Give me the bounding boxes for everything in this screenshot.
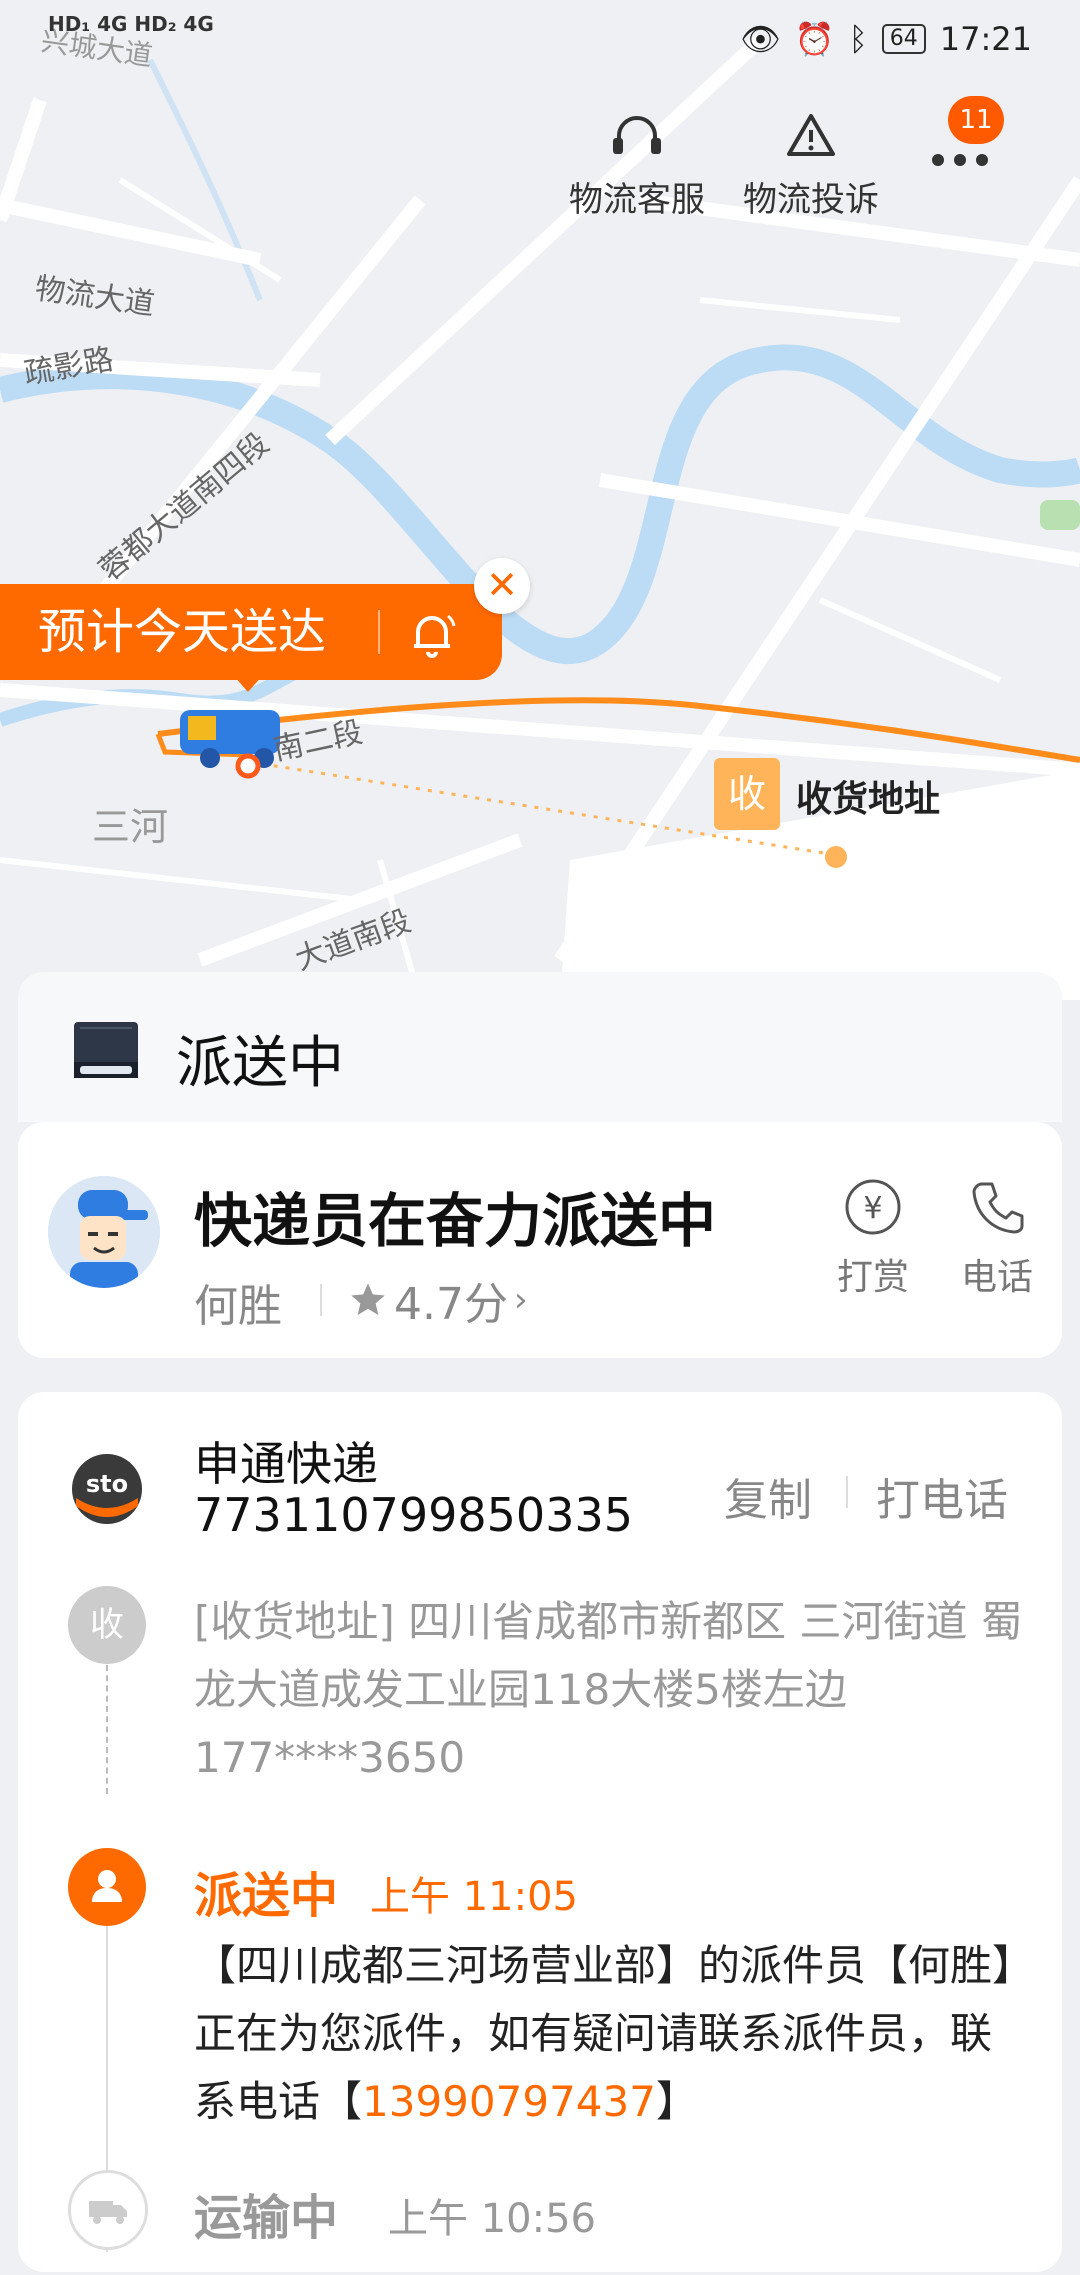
parcel-icon <box>74 1022 138 1078</box>
sto-logo: sto <box>72 1454 142 1524</box>
eye-icon: 👁 <box>740 20 781 58</box>
close-icon[interactable]: ✕ <box>474 558 530 614</box>
courier-name: 何胜 <box>194 1281 282 1332</box>
rating-divider <box>320 1284 322 1316</box>
delivery-status-header: 派送中 <box>18 972 1062 1122</box>
eta-divider <box>378 610 380 654</box>
phone-button[interactable]: 电话 <box>942 1176 1052 1300</box>
event-time: 上午 10:56 <box>388 2196 596 2242</box>
status-right: 👁 ⏰ ᛒ 64 17:21 <box>740 20 1032 58</box>
map-view[interactable]: 物流大道 疏影路 蓉都大道南四段 三河 大道南段 南二段 兴城大道 <box>0 0 1080 1000</box>
copy-button[interactable]: 复制 <box>724 1464 812 1528</box>
logistics-service-button[interactable]: 物流客服 <box>552 110 722 221</box>
event-time: 上午 11:05 <box>370 1874 578 1920</box>
event-title: 派送中 <box>194 1868 339 1924</box>
chevron-right-icon: › <box>513 1280 528 1320</box>
logistics-complaint-button[interactable]: 物流投诉 <box>726 110 896 221</box>
shipment-card: sto 申通快递 773110799850335 复制 打电话 收 [收货地址]… <box>18 1392 1062 2272</box>
star-icon <box>351 1283 385 1315</box>
signal-indicators: HD₁ 4G HD₂ 4G <box>48 12 214 36</box>
phone-label: 电话 <box>960 1257 1033 1298</box>
alarm-icon: ⏰ <box>794 20 835 58</box>
receiver-map-label: 收货地址 <box>796 779 941 820</box>
carrier-name: 申通快递 <box>194 1437 378 1491</box>
call-button[interactable]: 打电话 <box>876 1464 1008 1528</box>
event-description-end: 】 <box>655 2077 698 2126</box>
battery-icon: 64 <box>881 24 926 54</box>
truck-icon <box>68 2170 148 2250</box>
tip-button[interactable]: ¥ 打赏 <box>818 1176 928 1300</box>
status-title: 派送中 <box>176 1031 344 1096</box>
bell-icon[interactable] <box>404 606 460 662</box>
courier-avatar[interactable] <box>48 1176 160 1288</box>
action-divider <box>846 1476 848 1508</box>
receiver-address: [收货地址] 四川省成都市新都区 三河街道 蜀龙大道成发工业园118大楼5楼左边… <box>194 1597 1023 1782</box>
tracking-number: 773110799850335 <box>194 1488 633 1542</box>
event-description: 【四川成都三河场营业部】的派件员【何胜】正在为您派件，如有疑问请联系派件员，联系… <box>194 1932 1024 2136</box>
courier-status-title: 快递员在奋力派送中 <box>194 1187 717 1255</box>
phone-icon <box>972 1182 1024 1234</box>
courier-card[interactable]: 快递员在奋力派送中 何胜 4.7分 › ¥ 打赏 电话 <box>18 1122 1062 1358</box>
courier-rating[interactable]: 4.7分 › <box>348 1268 528 1332</box>
warning-icon <box>787 114 835 156</box>
event-title: 运输中 <box>194 2190 339 2246</box>
eta-text: 预计今天送达 <box>38 604 327 660</box>
eta-bubble-tail <box>234 676 262 692</box>
status-bar: HD₁ 4G HD₂ 4G 👁 ⏰ ᛒ 64 17:21 <box>0 0 1080 80</box>
yuan-icon: ¥ <box>845 1179 901 1235</box>
svg-text:¥: ¥ <box>863 1191 882 1226</box>
receiver-map-tag: 收 <box>714 758 780 830</box>
logistics-service-label: 物流客服 <box>569 180 705 220</box>
map-label: 三河 <box>92 805 168 849</box>
courier-phone-link[interactable]: 13990797437 <box>362 2077 656 2126</box>
svg-text:sto: sto <box>86 1470 128 1498</box>
notification-badge: 11 <box>948 96 1004 144</box>
headset-icon <box>613 116 661 154</box>
bluetooth-icon: ᛒ <box>848 20 868 58</box>
clock: 17:21 <box>939 20 1032 58</box>
person-icon <box>68 1848 146 1926</box>
timeline-receiver-icon: 收 <box>68 1586 146 1664</box>
logistics-complaint-label: 物流投诉 <box>743 180 879 220</box>
tip-label: 打赏 <box>836 1257 909 1298</box>
eta-bubble[interactable]: 预计今天送达 <box>0 584 502 680</box>
rating-value: 4.7分 <box>394 1279 508 1330</box>
